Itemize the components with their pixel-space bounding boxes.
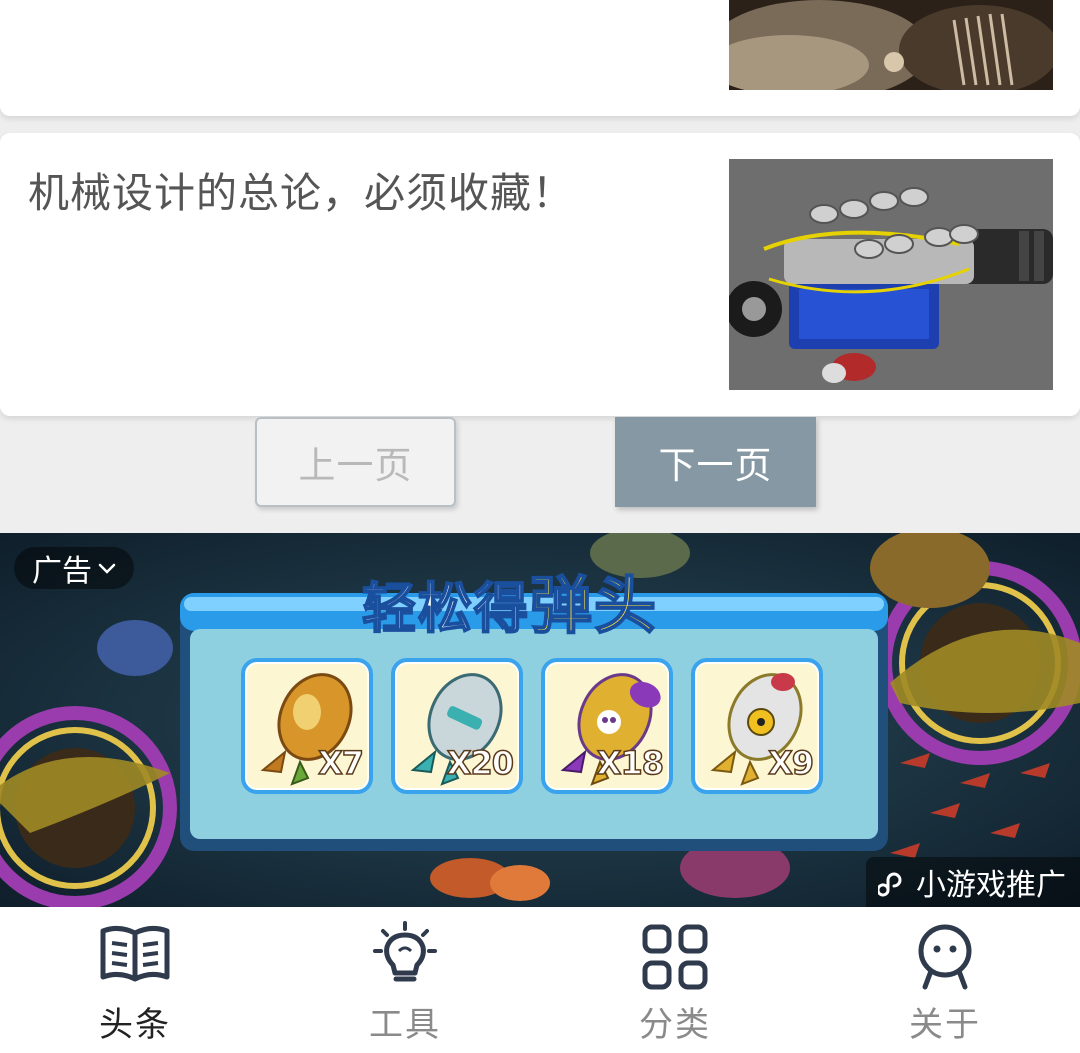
ad-banner[interactable]: 轻松得弹头 X7 X20 X18 X9 广告 小游戏推广 bbox=[0, 533, 1080, 907]
nav-label: 头条 bbox=[99, 1005, 171, 1045]
reward-item: X7 bbox=[241, 658, 373, 794]
prev-page-button[interactable]: 上一页 bbox=[255, 417, 456, 507]
reward-count: X7 bbox=[317, 743, 364, 783]
bottom-nav: 头条 工具 分类 关于 bbox=[0, 907, 1080, 1053]
mini-game-promo-label: 小游戏推广 bbox=[916, 868, 1066, 903]
chevron-down-icon bbox=[98, 563, 116, 574]
reward-item: X18 bbox=[541, 658, 673, 794]
nav-label: 分类 bbox=[639, 1005, 711, 1045]
book-icon bbox=[100, 925, 170, 982]
article-thumbnail bbox=[729, 159, 1053, 390]
article-thumbnail bbox=[729, 0, 1053, 90]
ad-tag-label: 广告 bbox=[32, 554, 92, 589]
reward-item: X20 bbox=[391, 658, 523, 794]
reward-count: X9 bbox=[767, 743, 814, 783]
nav-item-categories[interactable]: 分类 bbox=[540, 907, 810, 1053]
link-icon bbox=[878, 872, 902, 897]
nav-label: 工具 bbox=[369, 1005, 441, 1045]
next-page-button[interactable]: 下一页 bbox=[615, 417, 816, 507]
mini-game-promo-badge: 小游戏推广 bbox=[866, 857, 1080, 907]
nav-item-headlines[interactable]: 头条 bbox=[0, 907, 270, 1053]
article-card[interactable] bbox=[0, 0, 1080, 116]
reward-count: X20 bbox=[446, 743, 515, 783]
reward-count: X18 bbox=[596, 743, 665, 783]
nav-item-about[interactable]: 关于 bbox=[810, 907, 1080, 1053]
ad-tag[interactable]: 广告 bbox=[14, 547, 134, 589]
ad-headline: 轻松得弹头 bbox=[361, 568, 659, 643]
grid-icon bbox=[642, 924, 708, 990]
article-card[interactable]: 机械设计的总论，必须收藏！ bbox=[0, 133, 1080, 416]
nav-label: 关于 bbox=[909, 1005, 981, 1045]
person-icon bbox=[918, 924, 972, 990]
reward-item: X9 bbox=[691, 658, 823, 794]
nav-item-tools[interactable]: 工具 bbox=[270, 907, 540, 1053]
lightbulb-icon bbox=[373, 921, 437, 982]
article-title[interactable]: 机械设计的总论，必须收藏！ bbox=[28, 165, 698, 221]
